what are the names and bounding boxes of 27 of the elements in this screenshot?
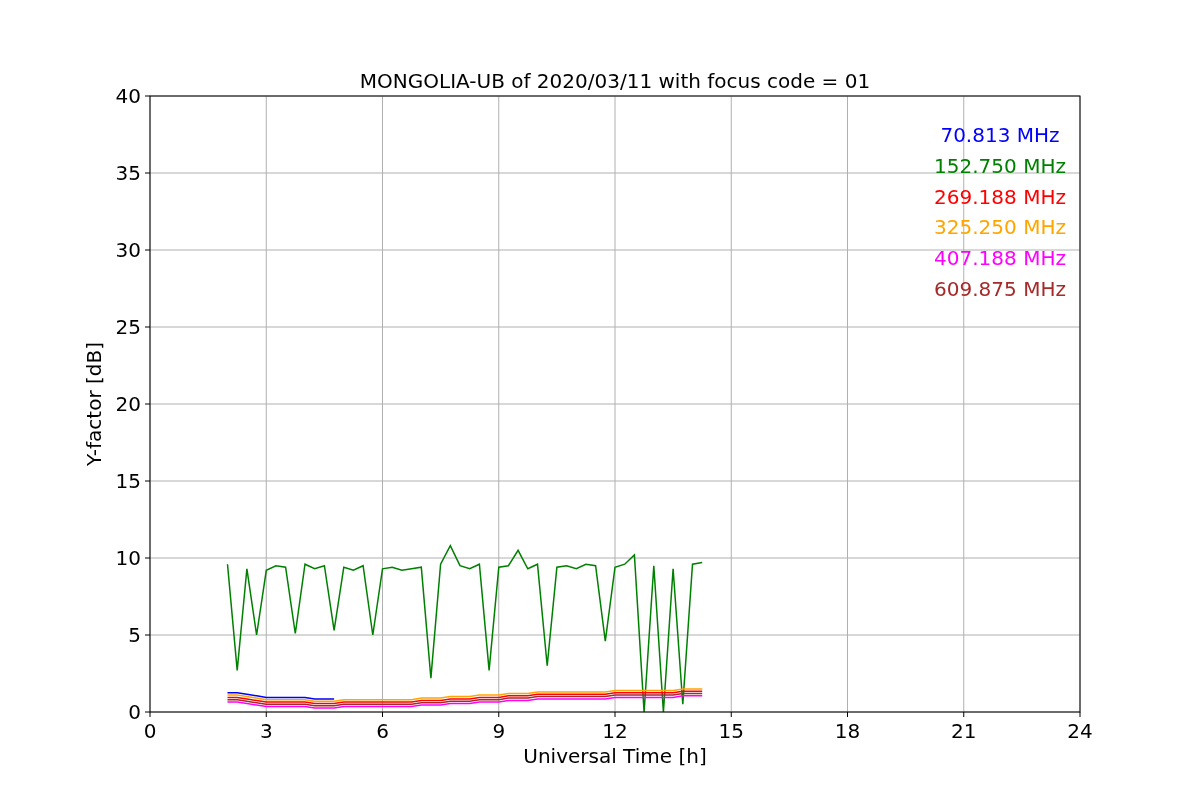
legend-label: 70.813 MHz bbox=[940, 123, 1060, 147]
y-tick-label: 10 bbox=[115, 546, 141, 570]
x-axis-label: Universal Time [h] bbox=[523, 744, 707, 768]
y-tick-label: 20 bbox=[115, 392, 141, 416]
y-tick-label: 15 bbox=[115, 469, 141, 493]
y-tick-label: 5 bbox=[128, 623, 141, 647]
x-tick-label: 0 bbox=[143, 719, 157, 743]
x-tick-label: 9 bbox=[492, 719, 506, 743]
y-tick-label: 0 bbox=[128, 700, 141, 724]
legend-label: 325.250 MHz bbox=[934, 215, 1066, 240]
x-tick-label: 18 bbox=[834, 719, 861, 743]
x-tick-label: 15 bbox=[718, 719, 744, 743]
x-tick-label: 3 bbox=[259, 719, 273, 743]
y-tick-label: 25 bbox=[115, 315, 141, 339]
y-axis-label: Y-factor [dB] bbox=[82, 342, 106, 466]
legend-label: 269.188 MHz bbox=[934, 184, 1066, 209]
legend-label: 152.750 MHz bbox=[934, 153, 1066, 178]
x-tick-label: 12 bbox=[602, 719, 628, 743]
x-tick-label: 24 bbox=[1067, 719, 1093, 743]
legend-label: 407.188 MHz bbox=[934, 246, 1066, 271]
chart-title: MONGOLIA-UB of 2020/03/11 with focus code = 01 bbox=[359, 69, 871, 93]
legend-label: 609.875 MHz bbox=[934, 277, 1066, 301]
y-tick-label: 35 bbox=[115, 161, 141, 185]
x-tick-label: 21 bbox=[951, 719, 977, 743]
y-tick-label: 40 bbox=[115, 84, 141, 108]
y-tick-label: 30 bbox=[115, 238, 141, 262]
x-tick-label: 6 bbox=[376, 719, 389, 743]
